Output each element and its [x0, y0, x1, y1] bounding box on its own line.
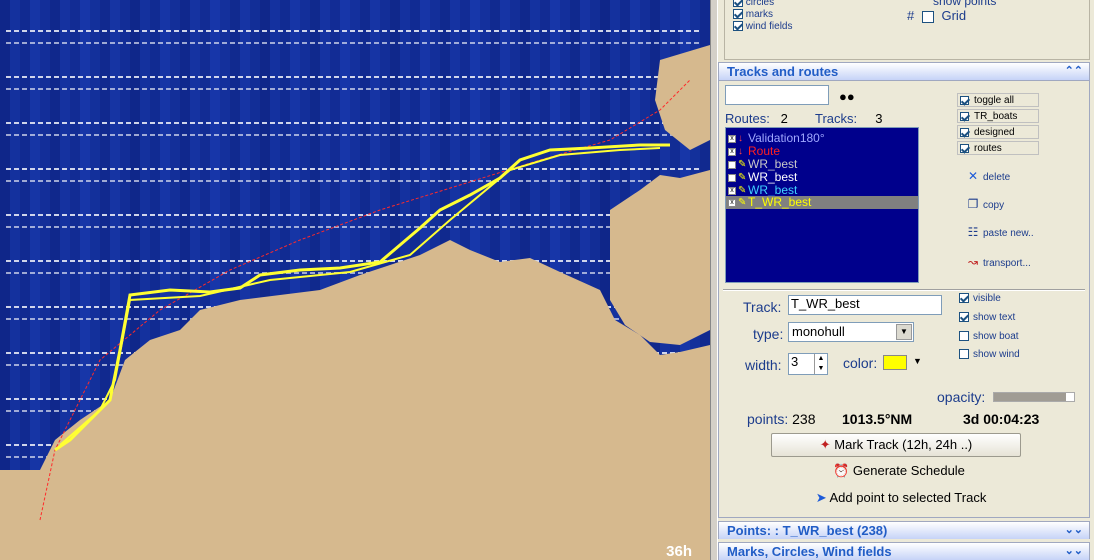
tree-item-t-wr-best[interactable]: x ✎ T_WR_best: [726, 196, 918, 209]
chevron-down-icon[interactable]: ▼: [913, 356, 922, 366]
stepper-down-icon[interactable]: ▼: [814, 364, 827, 374]
width-stepper[interactable]: 3 ▲ ▼: [788, 353, 828, 375]
add-point-button[interactable]: ➤ Add point to selected Track: [809, 487, 993, 509]
tree-item-wr-best-2[interactable]: ✎ WR_best: [728, 171, 797, 183]
generate-schedule-button[interactable]: ⏰ Generate Schedule: [829, 460, 969, 482]
remove-icon: x: [728, 134, 736, 143]
section-header[interactable]: Tracks and routes ⌃⌃: [719, 63, 1089, 81]
section-header[interactable]: Marks, Circles, Wind fields ⌄⌄: [719, 543, 1089, 560]
remove-icon: x: [728, 186, 736, 195]
transport-icon: ↝: [967, 255, 979, 269]
checkbox-icon[interactable]: [959, 312, 969, 323]
option-circles[interactable]: circles: [733, 0, 774, 8]
side-panel: circles marks wind fields show points # …: [718, 0, 1094, 560]
option-marks[interactable]: marks: [733, 9, 773, 20]
track-label: Track:: [743, 299, 782, 315]
checkbox-icon: [960, 143, 969, 153]
copy-button[interactable]: ❐ copy: [965, 197, 1005, 211]
section-header[interactable]: Points: : T_WR_best (238) ⌄⌄: [719, 522, 1089, 539]
points-count: points: 238: [747, 411, 816, 427]
color-label: color:: [843, 355, 878, 371]
section-divider: [723, 289, 1085, 291]
chevron-down-icon[interactable]: ⌄⌄: [1065, 543, 1083, 560]
option-wind-fields[interactable]: wind fields: [733, 21, 792, 32]
track-tree[interactable]: x ↓ Validation180° x ↓ Route ✎ WR_best ✎ WR_be…: [725, 127, 919, 283]
option-visible[interactable]: visible: [959, 293, 1001, 304]
delete-button[interactable]: ✕ delete: [965, 169, 1010, 183]
opacity-label: opacity:: [937, 389, 986, 405]
stepper-up-icon[interactable]: ▲: [814, 354, 827, 364]
type-select[interactable]: monohull ▼: [788, 322, 914, 342]
option-show-wind[interactable]: show wind: [959, 349, 1020, 360]
grid-icon: #: [907, 8, 915, 23]
mark-track-button[interactable]: ✦ Mark Track (12h, 24h ..): [771, 433, 1021, 457]
checkbox-icon: [728, 173, 736, 182]
x-icon: ✕: [967, 169, 979, 183]
map-canvas[interactable]: [0, 0, 710, 560]
option-grid[interactable]: # Grid: [907, 8, 966, 23]
binoculars-icon[interactable]: ●●: [839, 89, 855, 104]
mark-track-icon: ✦: [819, 437, 831, 452]
remove-icon: x: [728, 198, 736, 207]
tree-item-validation[interactable]: x ↓ Validation180°: [728, 132, 825, 144]
remove-icon: x: [728, 147, 736, 156]
transport-button[interactable]: ↝ transport...: [965, 255, 1031, 269]
chevron-down-icon[interactable]: ⌄⌄: [1065, 522, 1083, 539]
width-label: width:: [745, 357, 782, 373]
tracks-routes-section: Tracks and routes ⌃⌃ ●● Routes: 2 Tracks…: [718, 62, 1090, 518]
route-icon: ↓: [738, 145, 743, 157]
map-view[interactable]: 36h: [0, 0, 710, 560]
forecast-hour-label: 36h: [666, 543, 692, 560]
color-swatch[interactable]: [883, 355, 907, 370]
checkbox-icon[interactable]: [733, 0, 743, 8]
checkbox-icon: [960, 95, 969, 105]
option-show-text[interactable]: show text: [959, 312, 1015, 323]
paste-new-button[interactable]: ☷ paste new..: [965, 225, 1034, 239]
checkbox-icon[interactable]: [959, 293, 969, 304]
opacity-slider[interactable]: [993, 392, 1075, 402]
display-options-box: circles marks wind fields show points # …: [724, 0, 1090, 60]
toggle-tr-boats[interactable]: TR_boats: [957, 109, 1039, 123]
tree-item-wr-best-1[interactable]: ✎ WR_best: [728, 158, 797, 170]
chevron-up-icon[interactable]: ⌃⌃: [1065, 63, 1083, 80]
checkbox-icon[interactable]: [959, 349, 969, 360]
track-name-input[interactable]: T_WR_best: [788, 295, 942, 315]
pin-icon: ➤: [815, 490, 827, 505]
show-points-label: show points: [933, 0, 997, 8]
track-distance: 1013.5°NM: [842, 411, 913, 427]
copy-icon: ❐: [967, 197, 979, 211]
chevron-down-icon[interactable]: ▼: [896, 324, 912, 340]
toggle-routes[interactable]: routes: [957, 141, 1039, 155]
checkbox-icon[interactable]: [959, 331, 969, 342]
marks-section: Marks, Circles, Wind fields ⌄⌄: [718, 542, 1090, 560]
points-section: Points: : T_WR_best (238) ⌄⌄: [718, 521, 1090, 539]
track-icon: ✎: [738, 171, 747, 183]
checkbox-icon: [728, 160, 736, 169]
type-label: type:: [753, 326, 784, 342]
route-icon: ↓: [738, 132, 743, 144]
toggle-designed[interactable]: designed: [957, 125, 1039, 139]
checkbox-icon[interactable]: [733, 21, 743, 32]
track-icon: ✎: [738, 196, 747, 208]
grid-checkbox[interactable]: [921, 10, 934, 23]
alarm-clock-icon: ⏰: [833, 463, 850, 478]
track-duration: 3d 00:04:23: [963, 411, 1040, 427]
routes-count: Routes: 2: [725, 111, 788, 126]
paste-icon: ☷: [967, 225, 979, 239]
opacity-fill: [994, 393, 1066, 401]
checkbox-icon[interactable]: [733, 9, 743, 20]
option-show-boat[interactable]: show boat: [959, 331, 1019, 342]
track-icon: ✎: [738, 158, 747, 170]
splitter[interactable]: [710, 0, 718, 560]
tree-item-route[interactable]: x ↓ Route: [728, 145, 780, 157]
toggle-all[interactable]: toggle all: [957, 93, 1039, 107]
track-search-input[interactable]: [725, 85, 829, 105]
checkbox-icon: [960, 127, 969, 137]
checkbox-icon: [960, 111, 969, 121]
tracks-count: Tracks: 3: [815, 111, 883, 126]
